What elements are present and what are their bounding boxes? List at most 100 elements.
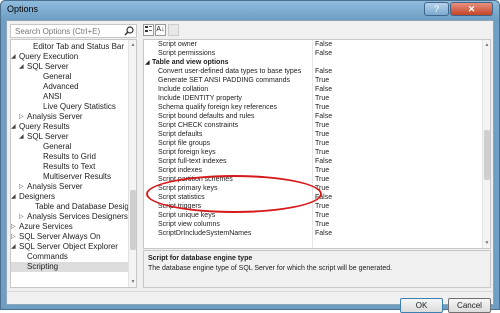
- scroll-up-icon[interactable]: ▲: [483, 41, 490, 49]
- property-value[interactable]: True: [315, 203, 329, 211]
- tree-item-label: Analysis Server: [27, 112, 83, 121]
- property-value[interactable]: True: [315, 104, 329, 112]
- property-value[interactable]: True: [315, 221, 329, 229]
- property-row[interactable]: Script bound defaults and rules False: [144, 113, 482, 121]
- property-row[interactable]: Schema qualify foreign key references Tru…: [144, 104, 482, 112]
- collapse-arrow-icon[interactable]: ▷: [11, 222, 19, 232]
- property-value[interactable]: False: [315, 113, 332, 121]
- property-value[interactable]: True: [315, 122, 329, 130]
- tree-item-label: SQL Server Object Explorer: [19, 242, 118, 251]
- property-pages-icon[interactable]: [168, 24, 179, 36]
- property-row[interactable]: Script indexes True: [144, 167, 482, 175]
- help-button[interactable]: ?: [424, 2, 449, 16]
- property-row[interactable]: Convert user-defined data types to base …: [144, 68, 482, 76]
- property-row[interactable]: Script CHECK constraints True: [144, 122, 482, 130]
- collapse-arrow-icon[interactable]: ▷: [19, 182, 27, 192]
- property-row[interactable]: ScriptDrIncludeSystemNames False: [144, 230, 482, 238]
- tree-item-label: Advanced: [43, 82, 79, 91]
- property-grid: Script owner False Script permissions Fals…: [143, 39, 491, 249]
- expand-arrow-icon[interactable]: ◢: [11, 52, 19, 62]
- property-value[interactable]: True: [315, 212, 329, 220]
- scroll-down-icon[interactable]: ▼: [129, 278, 136, 286]
- property-value[interactable]: False: [315, 50, 332, 58]
- tree-item-label: Results to Grid: [43, 152, 96, 161]
- property-value[interactable]: True: [315, 140, 329, 148]
- property-row[interactable]: Include collation False: [144, 86, 482, 94]
- property-name: ScriptDrIncludeSystemNames: [158, 230, 252, 237]
- property-row[interactable]: Script full-text indexes False: [144, 158, 482, 166]
- property-value[interactable]: False: [315, 158, 332, 166]
- footer-divider: [7, 291, 493, 292]
- property-row[interactable]: Script defaults True: [144, 131, 482, 139]
- tree-item-label: General: [43, 72, 72, 81]
- categorized-icon[interactable]: [143, 24, 154, 36]
- grid-scrollbar[interactable]: ▲ ▼: [482, 40, 490, 248]
- collapse-arrow-icon[interactable]: ▷: [19, 112, 27, 122]
- ok-button[interactable]: OK: [400, 298, 443, 313]
- property-value[interactable]: False: [315, 230, 332, 238]
- property-name: Generate SET ANSI PADDING commands: [158, 77, 291, 84]
- property-name: Script unique keys: [158, 212, 216, 219]
- property-name: Script full-text indexes: [158, 158, 227, 165]
- property-name: Script file groups: [158, 140, 211, 147]
- tree-item-label: SQL Server Always On: [19, 232, 101, 241]
- property-name: Script defaults: [158, 131, 203, 138]
- expand-arrow-icon[interactable]: ◢: [11, 242, 19, 252]
- cancel-button[interactable]: Cancel: [448, 298, 491, 313]
- collapse-arrow-icon[interactable]: ▷: [19, 212, 27, 222]
- scroll-up-icon[interactable]: ▲: [129, 41, 136, 49]
- scroll-down-icon[interactable]: ▼: [483, 239, 490, 247]
- property-value[interactable]: True: [315, 176, 329, 184]
- property-name: Script CHECK constraints: [158, 122, 239, 129]
- property-row[interactable]: Generate SET ANSI PADDING commands True: [144, 77, 482, 85]
- property-name: Include IDENTITY property: [158, 95, 242, 102]
- description-text: The database engine type of SQL Server f…: [148, 265, 393, 272]
- property-value[interactable]: False: [315, 86, 332, 94]
- property-value[interactable]: False: [315, 41, 332, 49]
- property-row[interactable]: Script file groups True: [144, 140, 482, 148]
- expand-arrow-icon[interactable]: ◢: [19, 132, 27, 142]
- property-row[interactable]: Script owner False: [144, 41, 482, 49]
- property-value[interactable]: True: [315, 77, 329, 85]
- property-value[interactable]: True: [315, 131, 329, 139]
- close-button[interactable]: ✕: [450, 2, 493, 16]
- property-value[interactable]: True: [315, 167, 329, 175]
- expand-arrow-icon[interactable]: ◢: [11, 122, 19, 132]
- tree-item-label: Query Execution: [19, 52, 79, 61]
- grid-scroll-thumb[interactable]: [484, 130, 490, 180]
- tree-item-label: Analysis Server: [27, 182, 83, 191]
- property-name: Script bound defaults and rules: [158, 113, 255, 120]
- expand-arrow-icon[interactable]: ◢: [11, 192, 19, 202]
- property-value[interactable]: True: [315, 95, 329, 103]
- options-dialog: Options ? ✕ Search Options (Ctrl+E) Edit…: [0, 0, 500, 313]
- tree-item-label: Multiserver Results: [43, 172, 112, 181]
- tree-item-label: Table and Database Designers: [35, 202, 137, 211]
- property-row[interactable]: Script view columns True: [144, 221, 482, 229]
- expand-arrow-icon[interactable]: ◢: [19, 62, 27, 72]
- description-pane: Script for database engine type The data…: [143, 250, 491, 288]
- search-options-input[interactable]: Search Options (Ctrl+E): [10, 24, 137, 38]
- property-name: Script view columns: [158, 221, 220, 228]
- category-row-table-view-options[interactable]: ◢ Table and view options: [144, 59, 482, 67]
- property-name: Script indexes: [158, 167, 202, 174]
- tree-item-label: Results to Text: [43, 162, 96, 171]
- property-name: Include collation: [158, 86, 209, 93]
- options-tree: Editor Tab and Status Bar ◢ Query Execut…: [10, 39, 137, 288]
- expand-arrow-icon[interactable]: ◢: [145, 59, 150, 67]
- search-icon[interactable]: [124, 26, 134, 36]
- property-name: Script permissions: [158, 50, 216, 57]
- tree-scrollbar[interactable]: ▲ ▼: [128, 40, 136, 287]
- tree-item-scripting[interactable]: Scripting: [11, 262, 130, 272]
- property-value[interactable]: True: [315, 149, 329, 157]
- tree-scroll-thumb[interactable]: [130, 190, 136, 250]
- property-row[interactable]: Script foreign keys True: [144, 149, 482, 157]
- property-value[interactable]: False: [315, 68, 332, 76]
- collapse-arrow-icon[interactable]: ▷: [11, 232, 19, 242]
- tree-item-label: Scripting: [27, 262, 59, 271]
- title-bar[interactable]: Options ? ✕: [1, 1, 499, 19]
- property-row[interactable]: Include IDENTITY property True: [144, 95, 482, 103]
- property-row[interactable]: Script unique keys True: [144, 212, 482, 220]
- property-name: Script foreign keys: [158, 149, 216, 156]
- alphabetical-icon[interactable]: A↓: [155, 24, 166, 36]
- property-row[interactable]: Script permissions False: [144, 50, 482, 58]
